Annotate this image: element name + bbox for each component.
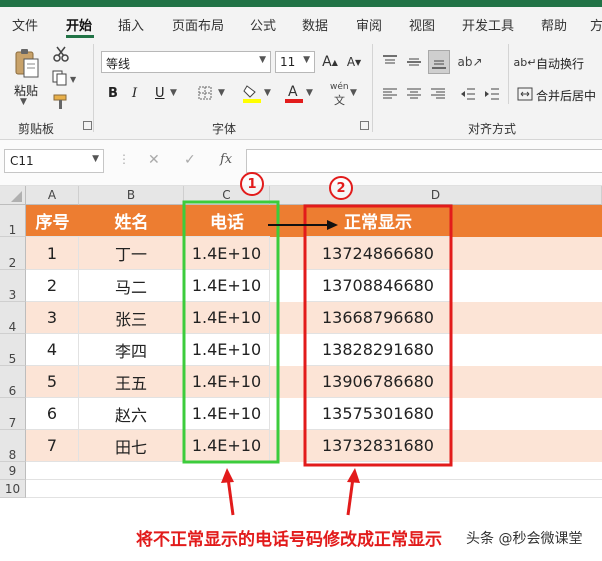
watermark: 头条 @秒会微课堂 — [466, 531, 583, 547]
phone-column-highlight — [182, 200, 280, 464]
arrow-head-icon — [347, 468, 360, 483]
arrow-head-icon — [327, 220, 338, 230]
pointer-arrow-right — [346, 477, 355, 516]
arrow-head-icon — [221, 468, 234, 483]
normal-column-highlight — [303, 204, 453, 467]
marker-two: 2 — [329, 176, 353, 200]
annotation-overlay — [182, 200, 453, 516]
pointer-arrow-left — [226, 477, 235, 516]
marker-one: 1 — [240, 172, 264, 196]
instruction-caption: 将不正常显示的电话号码修改成正常显示 — [136, 530, 442, 550]
